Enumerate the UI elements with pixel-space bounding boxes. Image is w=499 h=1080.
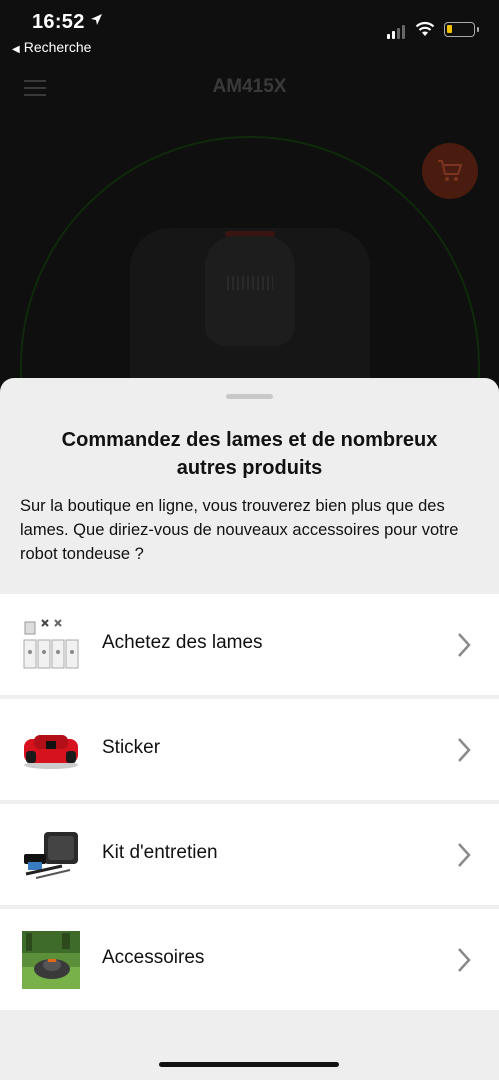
location-arrow-icon (91, 14, 102, 25)
option-sticker[interactable]: Sticker (0, 699, 499, 800)
wifi-icon (415, 21, 435, 36)
option-label: Accessoires (102, 947, 205, 968)
shop-options-list: Achetez des lames Sticker Kit d'entretie… (0, 594, 499, 1014)
option-label: Sticker (102, 737, 161, 758)
cellular-signal-icon (387, 25, 405, 39)
battery-icon (444, 22, 479, 37)
back-app-label: Recherche (23, 39, 92, 55)
option-label: Achetez des lames (102, 632, 263, 653)
back-triangle-icon: ◀ (12, 44, 20, 55)
red-mower-sticker-thumbnail (24, 735, 78, 769)
back-to-app-link[interactable]: ◀ Recherche (12, 39, 91, 55)
app-title: AM415X (212, 76, 287, 97)
chevron-right-icon (458, 738, 471, 762)
blades-pack-thumbnail (23, 619, 79, 669)
option-buy-blades[interactable]: Achetez des lames (0, 594, 499, 695)
shopping-cart-button[interactable] (422, 143, 478, 199)
sheet-grabber-handle[interactable] (226, 394, 273, 399)
sheet-title: Commandez des lames et de nombreux autre… (61, 429, 438, 479)
home-indicator[interactable] (159, 1062, 339, 1067)
chevron-right-icon (458, 948, 471, 972)
bottom-sheet: Commandez des lames et de nombreux autre… (0, 378, 499, 1080)
status-time: 16:52 (32, 11, 85, 33)
mower-on-lawn-thumbnail (22, 931, 80, 989)
sheet-description: Sur la boutique en ligne, vous trouverez… (20, 497, 459, 563)
status-bar: 16:52 ◀ Recherche (0, 0, 499, 60)
chevron-right-icon (458, 633, 471, 657)
chevron-right-icon (458, 843, 471, 867)
option-accessories[interactable]: Accessoires (0, 909, 499, 1010)
option-label: Kit d'entretien (102, 842, 218, 863)
option-maintenance-kit[interactable]: Kit d'entretien (0, 804, 499, 905)
shopping-cart-icon (438, 160, 463, 181)
maintenance-kit-thumbnail (24, 832, 78, 879)
robot-mower-image (130, 228, 370, 398)
